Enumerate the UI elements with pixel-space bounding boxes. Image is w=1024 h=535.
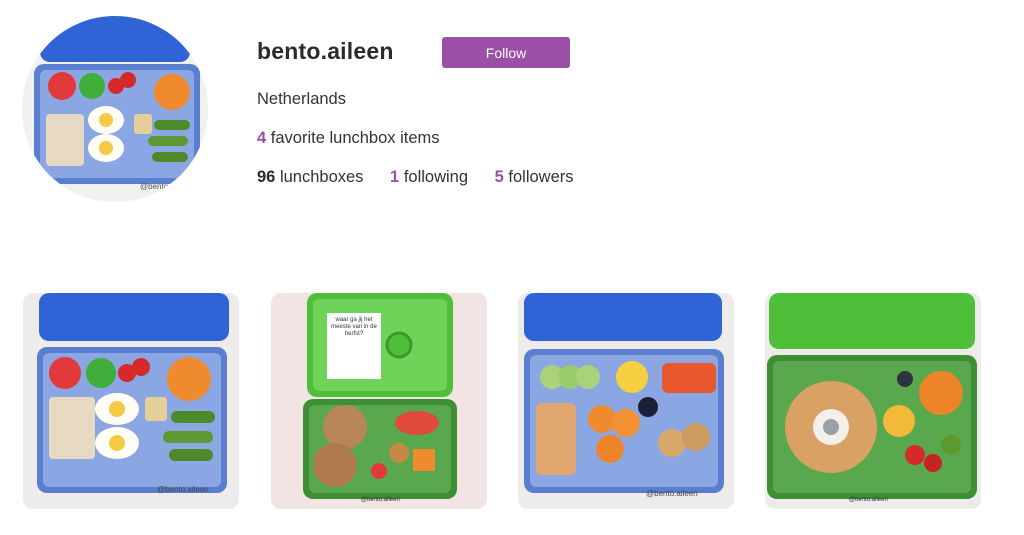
followers-count: 5: [494, 168, 504, 186]
post-watermark-4: @bento.aileen: [849, 497, 888, 503]
post-image-3: [518, 293, 734, 509]
post-tile-4[interactable]: @bento.aileen: [765, 293, 981, 509]
lunchboxes-count: 96: [257, 168, 276, 186]
post-tile-2[interactable]: waar ga jij het meeste van in de herfst?…: [271, 293, 487, 509]
profile-stats: 96 lunchboxes 1 following 5 followers: [257, 168, 596, 187]
following-label: following: [403, 168, 469, 186]
followers-stat[interactable]: 5 followers: [495, 168, 574, 186]
post-card-text-2: waar ga jij het meeste van in de herfst?: [331, 317, 377, 337]
avatar-lunchbox-image: [22, 16, 208, 202]
favorites-line[interactable]: 4 favorite lunchbox items: [257, 129, 440, 148]
profile-avatar[interactable]: @bento.aileen: [22, 16, 208, 202]
profile-location: Netherlands: [257, 90, 346, 108]
post-image-4: [765, 293, 981, 509]
follow-button[interactable]: Follow: [442, 37, 570, 68]
post-watermark-1: @bento.aileen: [157, 485, 209, 494]
post-tile-3[interactable]: @bento.aileen: [518, 293, 734, 509]
followers-label: followers: [508, 168, 574, 186]
post-image-2: [271, 293, 487, 509]
post-image-1: [23, 293, 239, 509]
following-count: 1: [390, 168, 400, 186]
post-watermark-2: @bento.aileen: [361, 497, 400, 503]
following-stat[interactable]: 1 following: [390, 168, 473, 186]
lunchboxes-stat[interactable]: 96 lunchboxes: [257, 168, 368, 186]
avatar-watermark: @bento.aileen: [140, 182, 192, 191]
post-watermark-3: @bento.aileen: [646, 489, 698, 498]
favorites-count: 4: [257, 129, 267, 147]
profile-username: bento.aileen: [257, 38, 394, 64]
lunchboxes-label: lunchboxes: [279, 168, 364, 186]
favorites-label: favorite lunchbox items: [270, 129, 440, 147]
post-tile-1[interactable]: @bento.aileen: [23, 293, 239, 509]
